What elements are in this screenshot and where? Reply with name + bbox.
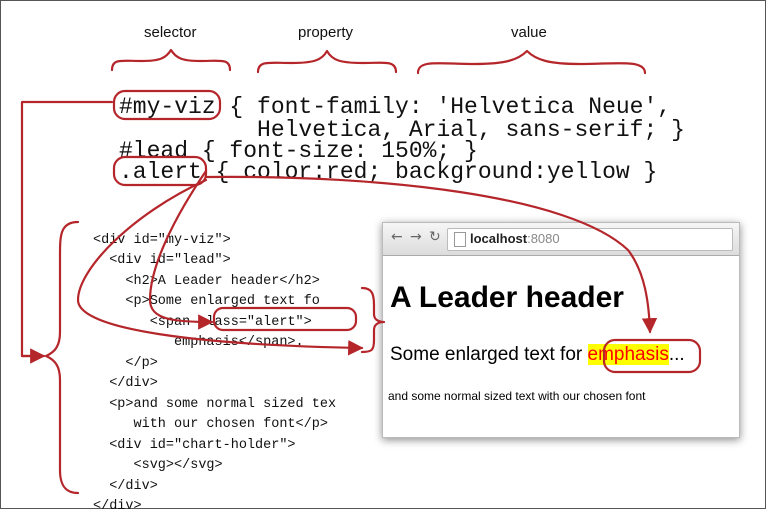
brace-property [256,49,398,74]
brace-value [416,49,647,75]
diagram: selector property value #my-viz { font-f… [0,0,766,509]
annotation-overlay [20,48,702,495]
brace-paragraph [360,286,384,354]
oval-class-alert [212,306,358,332]
brace-selector [110,48,232,72]
bracket-my-viz [20,100,114,358]
oval-alert [112,155,208,187]
arrow-alert-to-para [76,178,364,356]
oval-emphasis [602,338,702,374]
oval-my-viz [112,89,222,121]
brace-html-block [44,220,80,495]
